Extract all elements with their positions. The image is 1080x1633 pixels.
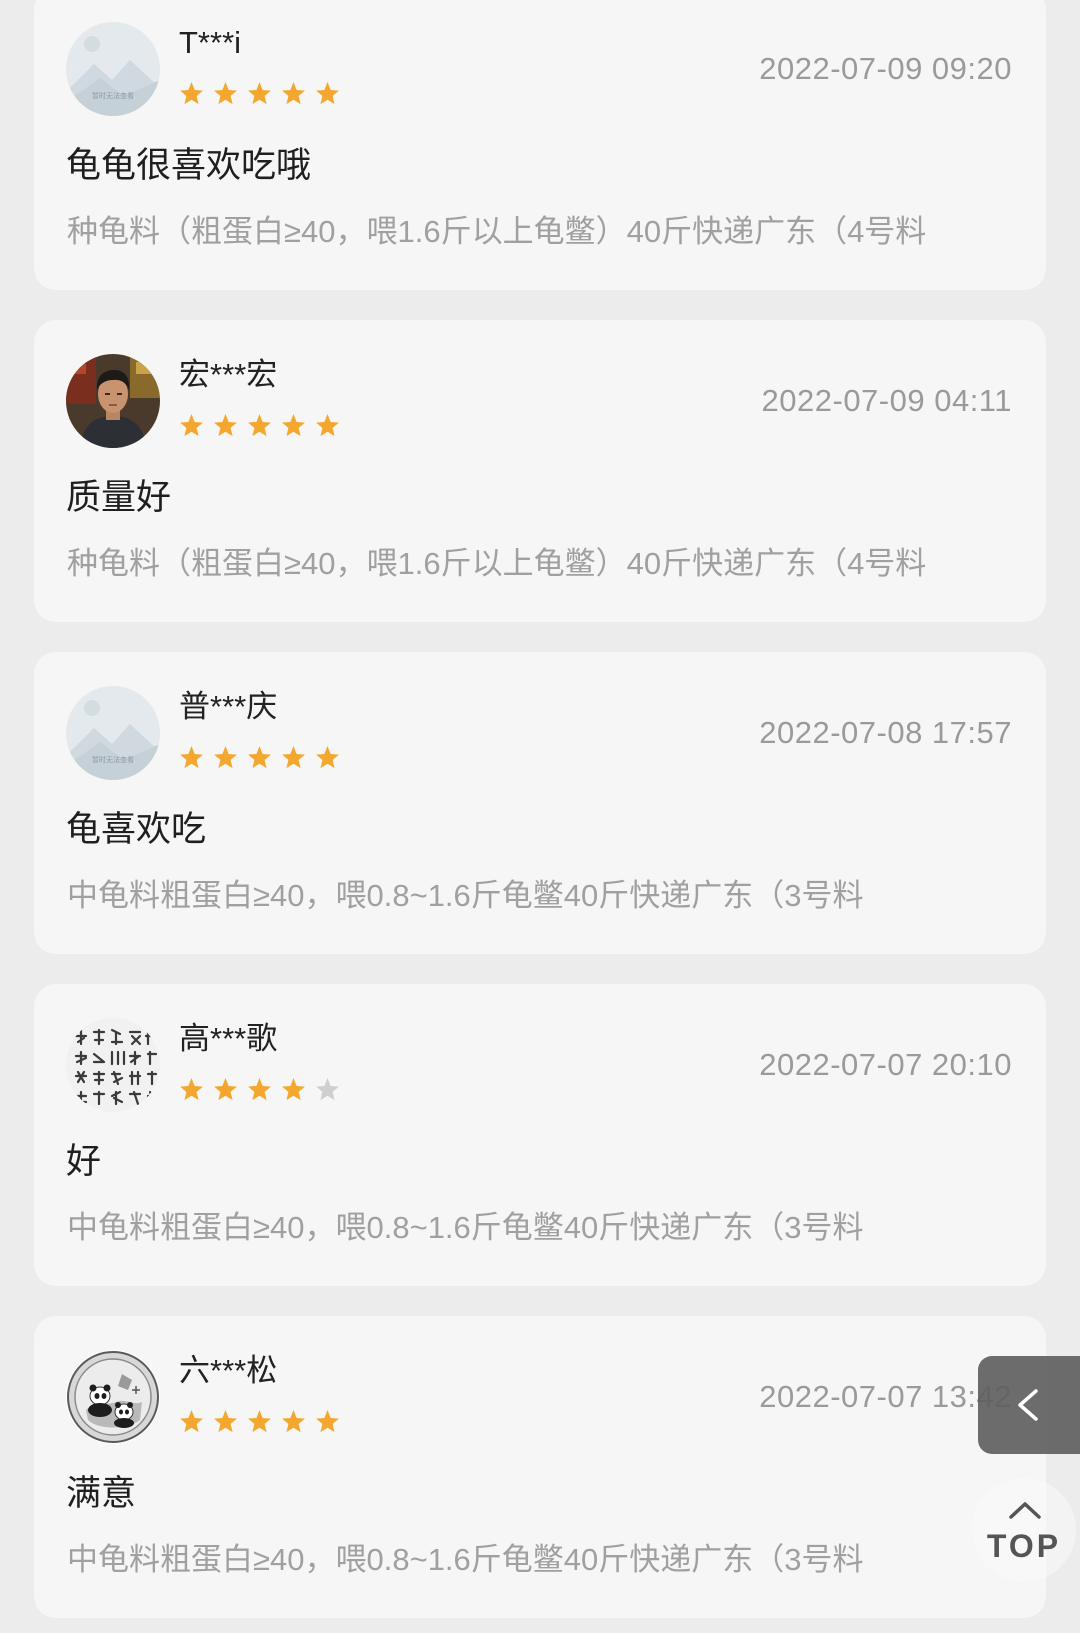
rating-stars [179, 81, 340, 106]
star-filled-icon [213, 1409, 238, 1434]
product-variant: 中龟料粗蛋白≥40，喂0.8~1.6斤龟鳖40斤快递广东（3号料 [67, 1542, 864, 1577]
star-filled-icon [247, 1077, 272, 1102]
review-comment: 好 [66, 1142, 102, 1181]
rating-stars [179, 1077, 340, 1102]
review-date: 2022-07-09 04:11 [761, 383, 1012, 418]
calligraphy-avatar [66, 1018, 160, 1112]
review-comment: 龟喜欢吃 [66, 810, 207, 849]
panda-coin-avatar [66, 1350, 160, 1444]
star-filled-icon [281, 413, 306, 438]
star-filled-icon [281, 745, 306, 770]
placeholder-text: 暂时无法查看 [92, 91, 134, 100]
product-variant: 种龟料（粗蛋白≥40，喂1.6斤以上龟鳖）40斤快递广东（4号料 [67, 214, 927, 249]
star-empty-icon [315, 1077, 340, 1102]
review-date: 2022-07-09 09:20 [759, 51, 1012, 86]
review-card: 六***松 2022-07-07 13:42 满意 中龟料粗蛋白≥40，喂0.8… [34, 1316, 1046, 1618]
star-filled-icon [315, 413, 340, 438]
review-card: 暂时无法查看 T***i 2022-07-09 09:20 龟龟很喜欢吃哦 种龟… [34, 0, 1046, 290]
review-card: 宏***宏 2022-07-09 04:11 质量好 种龟料（粗蛋白≥40，喂1… [34, 320, 1046, 622]
star-filled-icon [315, 81, 340, 106]
star-filled-icon [179, 1409, 204, 1434]
chevron-up-icon [1009, 1502, 1041, 1519]
product-variant: 中龟料粗蛋白≥40，喂0.8~1.6斤龟鳖40斤快递广东（3号料 [67, 1210, 864, 1245]
star-filled-icon [247, 81, 272, 106]
username: T***i [179, 25, 242, 60]
star-filled-icon [213, 745, 238, 770]
star-filled-icon [281, 1077, 306, 1102]
placeholder-avatar: 暂时无法查看 [66, 22, 160, 116]
product-variant: 中龟料粗蛋白≥40，喂0.8~1.6斤龟鳖40斤快递广东（3号料 [67, 878, 864, 913]
review-card: 暂时无法查看 普***庆 2022-07-08 17:57 龟喜欢吃 中龟料粗蛋… [34, 652, 1046, 954]
star-filled-icon [315, 745, 340, 770]
star-filled-icon [213, 1077, 238, 1102]
star-filled-icon [281, 81, 306, 106]
review-date: 2022-07-07 20:10 [759, 1047, 1012, 1082]
review-date: 2022-07-08 17:57 [759, 715, 1012, 750]
star-filled-icon [315, 1409, 340, 1434]
photo-avatar [66, 354, 160, 448]
review-card: 高***歌 2022-07-07 20:10 好 中龟料粗蛋白≥40，喂0.8~… [34, 984, 1046, 1286]
star-filled-icon [213, 81, 238, 106]
star-filled-icon [247, 1409, 272, 1434]
star-filled-icon [247, 413, 272, 438]
username: 六***松 [179, 1353, 278, 1388]
star-filled-icon [179, 413, 204, 438]
placeholder-text: 暂时无法查看 [92, 755, 134, 764]
star-filled-icon [213, 413, 238, 438]
username: 宏***宏 [179, 357, 278, 392]
star-filled-icon [179, 1077, 204, 1102]
rating-stars [179, 745, 340, 770]
scroll-to-top-button[interactable]: TOP [972, 1478, 1076, 1582]
review-comment: 满意 [66, 1474, 137, 1513]
product-variant: 种龟料（粗蛋白≥40，喂1.6斤以上龟鳖）40斤快递广东（4号料 [67, 546, 927, 581]
review-date: 2022-07-07 13:42 [759, 1379, 1012, 1414]
username: 普***庆 [179, 689, 278, 724]
rating-stars [179, 413, 340, 438]
chevron-left-icon [1018, 1389, 1038, 1421]
star-filled-icon [179, 745, 204, 770]
star-filled-icon [281, 1409, 306, 1434]
placeholder-avatar: 暂时无法查看 [66, 686, 160, 780]
username: 高***歌 [179, 1021, 278, 1056]
top-label: TOP [986, 1528, 1062, 1564]
back-button[interactable] [978, 1356, 1080, 1454]
rating-stars [179, 1409, 340, 1434]
star-filled-icon [247, 745, 272, 770]
review-comment: 质量好 [66, 478, 172, 517]
review-comment: 龟龟很喜欢吃哦 [66, 146, 312, 185]
star-filled-icon [179, 81, 204, 106]
